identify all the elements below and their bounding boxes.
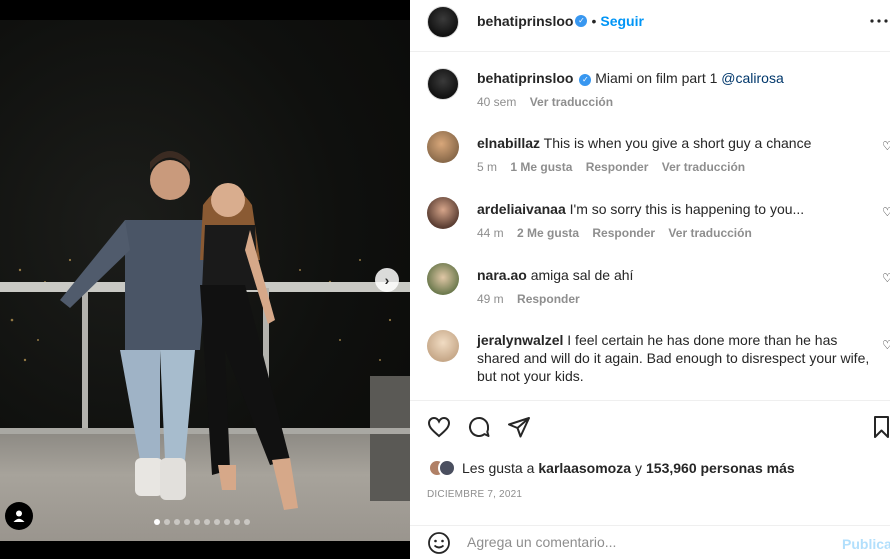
comment-age: 44 m	[477, 226, 504, 240]
comment-like-heart-icon[interactable]: ♡	[882, 205, 890, 219]
comment-age: 49 m	[477, 292, 504, 306]
comment-age: 5 m	[477, 160, 498, 174]
comment-translate-link[interactable]: Ver traducción	[662, 160, 745, 174]
comment-username[interactable]: nara.ao	[477, 267, 527, 283]
post-photo[interactable]	[0, 20, 410, 541]
carousel-dot	[214, 519, 220, 525]
carousel-dot	[174, 519, 180, 525]
comment-composer: Publicar	[410, 525, 890, 559]
post-header: behatiprinsloo ✓ • Seguir	[410, 0, 890, 52]
carousel-dot	[204, 519, 210, 525]
comment-likes-link[interactable]: 2 Me gusta	[517, 226, 579, 240]
comment-input[interactable]	[467, 534, 827, 550]
comment-username[interactable]: ardeliaivanaa	[477, 201, 566, 217]
verified-badge-icon: ✓	[575, 15, 588, 27]
commenter-avatar[interactable]	[427, 131, 459, 163]
likes-conjunction: y	[635, 460, 642, 476]
carousel-dot	[154, 519, 160, 525]
comment-like-heart-icon[interactable]: ♡	[882, 139, 890, 153]
carousel-dot	[184, 519, 190, 525]
author-avatar[interactable]	[427, 6, 459, 38]
comment-text: I'm so sorry this is happening to you...	[569, 201, 805, 217]
carousel-dot	[164, 519, 170, 525]
comment-reply-link[interactable]: Responder	[517, 292, 580, 306]
comment-text: amiga sal de ahí	[530, 267, 634, 283]
post-date: DICIEMBRE 7, 2021	[427, 489, 523, 500]
share-icon[interactable]	[507, 415, 531, 439]
follow-button[interactable]: Seguir	[600, 13, 644, 29]
post-actions: Les gusta a karlaasomoza y 153,960 perso…	[410, 400, 890, 540]
comment-username[interactable]: elnabillaz	[477, 135, 540, 151]
commenter-avatar[interactable]	[427, 330, 459, 362]
commenter-avatar[interactable]	[427, 197, 459, 229]
caption-text: Miami on film part 1	[595, 70, 718, 86]
photo-illustration	[0, 151, 410, 510]
comment-username[interactable]: jeralynwalzel	[477, 332, 563, 348]
emoji-icon[interactable]	[427, 531, 451, 555]
carousel-dot	[244, 519, 250, 525]
likes-summary: Les gusta a karlaasomoza y 153,960 perso…	[428, 459, 795, 477]
comment-like-heart-icon[interactable]: ♡	[882, 338, 890, 352]
caption-author-avatar[interactable]	[427, 68, 459, 100]
see-translation-link[interactable]: Ver traducción	[530, 95, 613, 109]
comment-text: This is when you give a short guy a chan…	[543, 135, 812, 151]
verified-badge-icon: ✓	[579, 74, 592, 86]
comment-icon[interactable]	[467, 415, 491, 439]
liker-avatar	[438, 459, 456, 477]
carousel-next-button[interactable]: ›	[375, 268, 399, 292]
comment-translate-link[interactable]: Ver traducción	[668, 226, 751, 240]
more-options-icon[interactable]	[869, 18, 890, 24]
separator-dot: •	[591, 13, 597, 29]
carousel-dot	[234, 519, 240, 525]
likes-prefix: Les gusta a	[462, 460, 535, 476]
post-details-panel: behatiprinsloo ✓ • Seguir behatiprinsloo…	[410, 0, 890, 559]
carousel-dot	[194, 519, 200, 525]
user-tags-button[interactable]	[5, 502, 33, 530]
carousel-dot	[224, 519, 230, 525]
like-heart-icon[interactable]	[427, 415, 451, 439]
comment-reply-link[interactable]: Responder	[592, 226, 655, 240]
comment-reply-link[interactable]: Responder	[586, 160, 649, 174]
carousel-indicator	[154, 519, 250, 525]
publish-button[interactable]: Publicar	[842, 536, 890, 552]
liker-username-link[interactable]: karlaasomoza	[538, 460, 631, 476]
post-media: ›	[0, 0, 410, 559]
likes-count-link[interactable]: 153,960 personas más	[646, 460, 795, 476]
caption-age: 40 sem	[477, 95, 517, 109]
person-icon	[13, 510, 25, 522]
save-bookmark-icon[interactable]	[873, 415, 890, 439]
caption-mention-link[interactable]: @calirosa	[721, 70, 783, 86]
author-username[interactable]: behatiprinsloo	[477, 13, 573, 29]
caption-username[interactable]: behatiprinsloo	[477, 70, 573, 86]
comment-like-heart-icon[interactable]: ♡	[882, 271, 890, 285]
commenter-avatar[interactable]	[427, 263, 459, 295]
chevron-right-icon: ›	[384, 272, 390, 288]
comment-likes-link[interactable]: 1 Me gusta	[510, 160, 572, 174]
